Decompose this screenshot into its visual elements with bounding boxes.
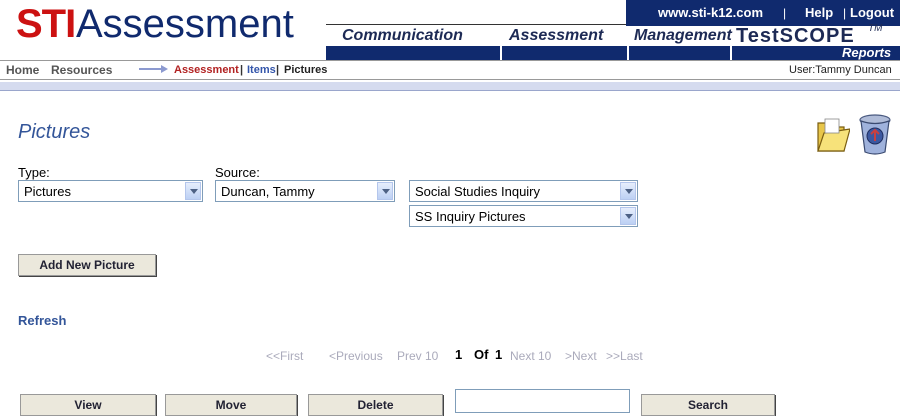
course-select[interactable]: Social Studies Inquiry	[409, 180, 638, 202]
chevron-down-icon[interactable]	[620, 182, 636, 200]
top-separator: |	[783, 6, 787, 20]
current-user: User:Tammy Duncan	[789, 64, 892, 76]
nav-bar	[326, 46, 900, 60]
source-select-value: Duncan, Tammy	[221, 184, 315, 199]
testscope-link[interactable]: TestSCOPE	[736, 25, 855, 48]
logout-link[interactable]: Logout	[850, 5, 894, 20]
pager-next10[interactable]: Next 10	[510, 349, 551, 363]
breadcrumb-resources[interactable]: Resources	[51, 63, 112, 77]
chevron-down-icon[interactable]	[377, 182, 393, 200]
help-link[interactable]: Help	[805, 5, 833, 20]
type-label: Type:	[18, 165, 50, 180]
folder-open-icon[interactable]	[814, 115, 850, 155]
add-new-picture-button[interactable]: Add New Picture	[18, 254, 156, 276]
chevron-down-icon[interactable]	[185, 182, 201, 200]
search-input[interactable]	[455, 389, 630, 413]
breadcrumb-home[interactable]: Home	[6, 63, 39, 77]
tab-assessment[interactable]: Assessment	[509, 27, 603, 45]
page-title: Pictures	[18, 121, 91, 143]
breadcrumb-separator: |	[276, 64, 280, 76]
chevron-down-icon[interactable]	[620, 207, 636, 225]
source-select[interactable]: Duncan, Tammy	[215, 180, 395, 202]
sti-logo: STI	[16, 2, 76, 46]
pager-first[interactable]: <<First	[266, 349, 303, 363]
nav-divider	[730, 46, 732, 60]
top-separator: |	[843, 6, 847, 20]
nav-divider	[500, 46, 502, 60]
assessment-logo-text: Assessment	[76, 2, 294, 46]
type-select-value: Pictures	[24, 184, 71, 199]
nav-divider	[627, 46, 629, 60]
breadcrumb-separator: |	[240, 64, 244, 76]
breadcrumb	[0, 60, 900, 80]
testscope-tm: TM	[868, 23, 883, 34]
pager-prev10[interactable]: Prev 10	[397, 349, 438, 363]
type-select[interactable]: Pictures	[18, 180, 203, 202]
pager-next[interactable]: >Next	[565, 349, 597, 363]
breadcrumb-assessment[interactable]: Assessment	[174, 64, 239, 76]
tab-management[interactable]: Management	[634, 27, 732, 45]
pager-current-page: 1	[455, 347, 463, 362]
refresh-link[interactable]: Refresh	[18, 313, 66, 328]
header-rule	[326, 24, 626, 25]
pager-of: Of	[474, 347, 489, 362]
recycle-bin-icon[interactable]	[855, 112, 895, 156]
pager-previous[interactable]: <Previous	[329, 349, 383, 363]
source-label: Source:	[215, 165, 260, 180]
course-select-value: Social Studies Inquiry	[415, 184, 541, 199]
pager-total: 1	[495, 347, 503, 362]
tab-communication[interactable]: Communication	[342, 27, 463, 45]
pager-last[interactable]: >>Last	[606, 349, 643, 363]
folder-select-value: SS Inquiry Pictures	[415, 209, 526, 224]
breadcrumb-pictures: Pictures	[284, 64, 328, 76]
arrow-right-icon	[139, 65, 168, 73]
header-divider	[0, 82, 900, 91]
breadcrumb-items[interactable]: Items	[247, 64, 276, 76]
sti-website-link[interactable]: www.sti-k12.com	[658, 5, 763, 20]
testscope-reports: Reports	[842, 45, 892, 60]
folder-select[interactable]: SS Inquiry Pictures	[409, 205, 638, 227]
